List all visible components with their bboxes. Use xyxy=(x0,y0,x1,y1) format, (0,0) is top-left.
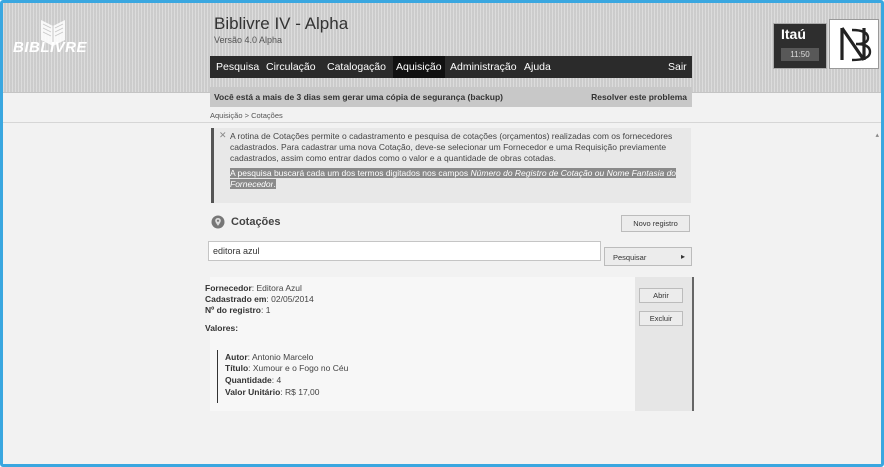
open-button[interactable]: Abrir xyxy=(639,288,683,303)
institution-box: Itaú 11:50 xyxy=(773,23,827,69)
help-highlight-suffix: . xyxy=(273,179,276,189)
section-title: Cotações xyxy=(231,216,281,228)
nav-item-catalogacao[interactable]: Catalogação xyxy=(327,56,386,78)
scroll-indicator[interactable]: ▴ xyxy=(875,131,879,139)
logo-text: BIBLIVRE xyxy=(13,39,88,56)
clock: 11:50 xyxy=(781,48,819,61)
nav-item-ajuda[interactable]: Ajuda xyxy=(524,56,551,78)
divider xyxy=(3,122,881,123)
app-title: Biblivre IV - Alpha xyxy=(214,14,349,33)
close-icon[interactable]: ✕ xyxy=(219,130,227,141)
header: BIBLIVRE Biblivre IV - Alpha Versão 4.0 … xyxy=(3,3,881,93)
quantity-field: Quantidade: 4 xyxy=(225,375,282,385)
backup-warning-bar: Você está a mais de 3 dias sem gerar uma… xyxy=(210,87,692,107)
delete-button[interactable]: Excluir xyxy=(639,311,683,326)
nav-item-administracao[interactable]: Administração xyxy=(450,56,517,78)
nav-item-pesquisa[interactable]: Pesquisa xyxy=(216,56,259,78)
author-value: Antonio Marcelo xyxy=(251,352,314,362)
institution-name: Itaú xyxy=(781,26,806,42)
nav-item-circulacao[interactable]: Circulação xyxy=(266,56,316,78)
resolve-problem-link[interactable]: Resolver este problema xyxy=(591,92,687,102)
supplier-field: Fornecedor: Editora Azul xyxy=(205,283,302,293)
help-highlight-prefix: A pesquisa buscará cada um dos termos di… xyxy=(230,168,471,178)
search-button[interactable]: Pesquisar ▸ xyxy=(604,247,692,266)
record-number-field: Nº do registro: 1 xyxy=(205,305,271,315)
supplier-value: Editora Azul xyxy=(256,283,302,293)
app-version: Versão 4.0 Alpha xyxy=(214,35,283,45)
registered-field: Cadastrado em: 02/05/2014 xyxy=(205,294,314,304)
result-actions: Abrir Excluir xyxy=(635,277,692,411)
title-value: Xumour e o Fogo no Céu xyxy=(252,363,349,373)
backup-warning-text: Você está a mais de 3 dias sem gerar uma… xyxy=(214,92,503,102)
quantity-value: 4 xyxy=(276,375,282,385)
item-marker xyxy=(217,350,218,403)
new-record-button[interactable]: Novo registro xyxy=(621,215,690,232)
search-input[interactable] xyxy=(208,241,601,261)
main-nav: Pesquisa Circulação Catalogação Aquisiçã… xyxy=(210,56,692,78)
arrow-right-icon: ▸ xyxy=(680,252,685,261)
help-box: ✕ A rotina de Cotações permite o cadastr… xyxy=(211,128,691,203)
unit-value-value: R$ 17,00 xyxy=(285,387,320,397)
unit-value-field: Valor Unitário: R$ 17,00 xyxy=(225,387,320,397)
breadcrumb: Aquisição > Cotações xyxy=(210,111,283,120)
institution-logo-icon xyxy=(829,19,879,69)
help-highlight: A pesquisa buscará cada um dos termos di… xyxy=(230,168,685,190)
title-field: Título: Xumour e o Fogo no Céu xyxy=(225,363,349,373)
help-text: A rotina de Cotações permite o cadastram… xyxy=(230,131,673,163)
record-number-value: 1 xyxy=(265,305,271,315)
app-window: BIBLIVRE Biblivre IV - Alpha Versão 4.0 … xyxy=(0,0,884,467)
registered-value: 02/05/2014 xyxy=(271,294,314,304)
location-pin-icon xyxy=(211,215,225,229)
nav-item-aquisicao[interactable]: Aquisição xyxy=(393,56,445,78)
search-button-label: Pesquisar xyxy=(613,253,647,262)
values-label: Valores: xyxy=(205,323,239,333)
author-field: Autor: Antonio Marcelo xyxy=(225,352,314,362)
logout-button[interactable]: Sair xyxy=(668,56,687,78)
